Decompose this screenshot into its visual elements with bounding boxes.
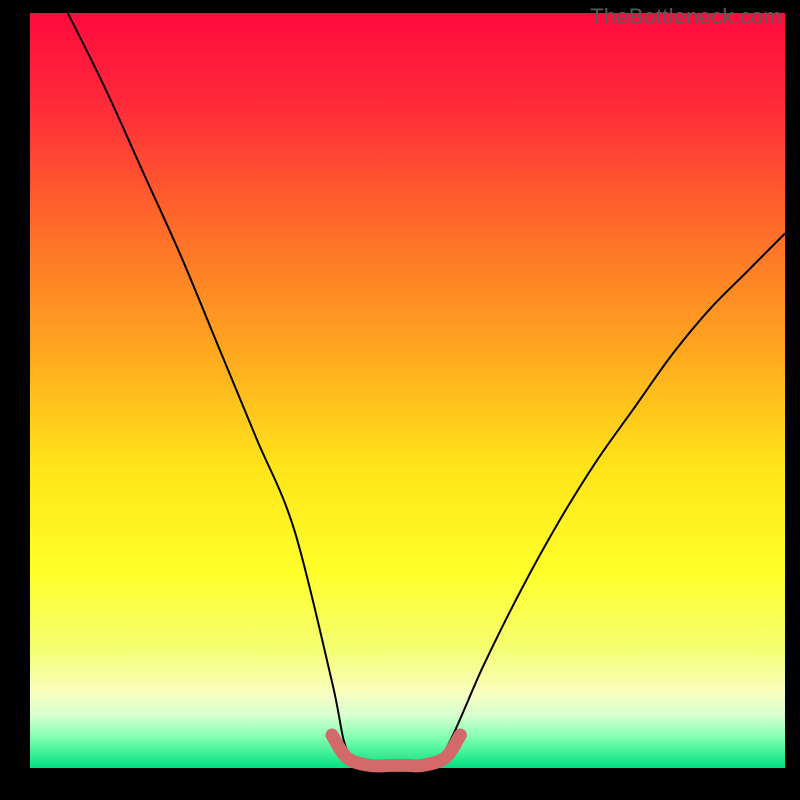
optimal-zone-highlight — [332, 735, 460, 766]
plot-area — [30, 13, 785, 773]
bottleneck-curve — [68, 13, 785, 767]
watermark-text: TheBottleneck.com — [590, 4, 782, 30]
chart-canvas: TheBottleneck.com — [0, 0, 800, 800]
curve-layer — [30, 13, 785, 773]
